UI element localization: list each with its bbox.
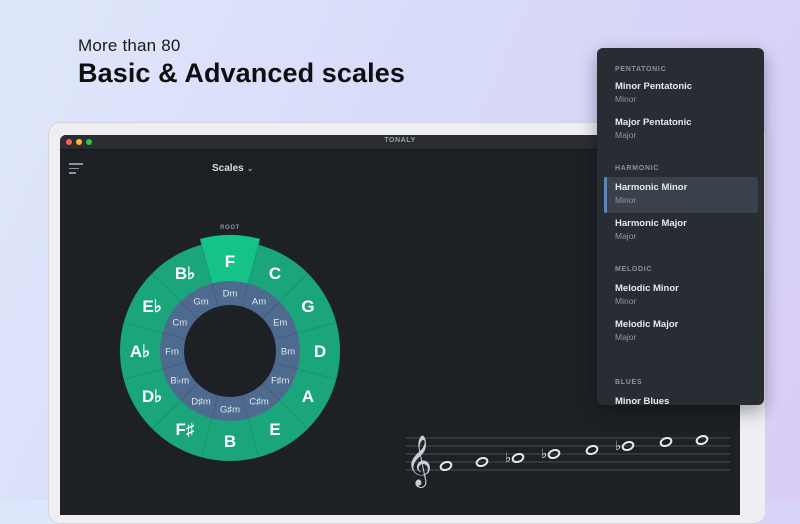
scale-item-melodic-minor[interactable]: Melodic Minor Minor bbox=[604, 278, 758, 314]
scale-name: Harmonic Minor bbox=[615, 182, 688, 193]
scale-type: Major bbox=[615, 231, 637, 241]
treble-clef-icon: 𝄞 bbox=[406, 435, 432, 488]
flat-icon: ♭ bbox=[505, 451, 511, 466]
scale-type: Major bbox=[615, 130, 637, 140]
scale-name: Major Pentatonic bbox=[615, 117, 692, 128]
scale-name: Harmonic Major bbox=[615, 218, 687, 229]
scale-item-minor-blues[interactable]: Minor Blues bbox=[604, 391, 758, 405]
flat-icon: ♭ bbox=[615, 439, 621, 454]
scales-dropdown-menu: PENTATONIC Minor Pentatonic Minor Major … bbox=[597, 48, 764, 405]
hero-subtitle: More than 80 bbox=[78, 36, 181, 55]
scale-type: Minor bbox=[615, 296, 637, 306]
hero-title: Basic & Advanced scales bbox=[78, 58, 405, 88]
selected-indicator bbox=[604, 177, 607, 213]
scale-item-harmonic-major[interactable]: Harmonic Major Major bbox=[604, 213, 758, 249]
section-blues: BLUES bbox=[615, 379, 643, 386]
scale-item-harmonic-minor[interactable]: Harmonic Minor Minor bbox=[604, 177, 758, 213]
scale-type: Major bbox=[615, 332, 637, 342]
section-melodic: MELODIC bbox=[615, 266, 653, 273]
scale-item-minor-pentatonic[interactable]: Minor Pentatonic Minor bbox=[604, 76, 758, 112]
scale-name: Minor Blues bbox=[615, 396, 670, 405]
scale-type: Minor bbox=[615, 94, 637, 104]
scale-name: Minor Pentatonic bbox=[615, 81, 693, 92]
section-pentatonic: PENTATONIC bbox=[615, 66, 667, 73]
scale-name: Melodic Major bbox=[615, 319, 679, 330]
scale-name: Melodic Minor bbox=[615, 283, 679, 294]
scale-item-major-pentatonic[interactable]: Major Pentatonic Major bbox=[604, 112, 758, 148]
note-7 bbox=[695, 434, 709, 446]
scale-item-melodic-major[interactable]: Melodic Major Major bbox=[604, 314, 758, 350]
scale-type: Minor bbox=[615, 195, 637, 205]
section-harmonic: HARMONIC bbox=[615, 165, 660, 172]
flat-icon: ♭ bbox=[541, 447, 547, 462]
